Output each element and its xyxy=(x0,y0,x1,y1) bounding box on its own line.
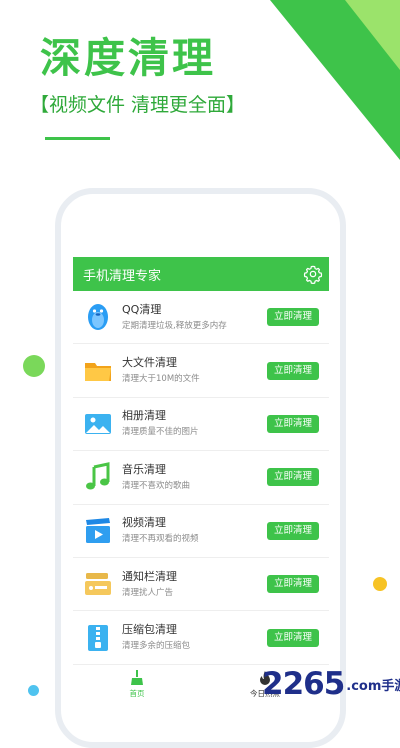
clean-now-button[interactable]: 立即清理 xyxy=(266,361,319,380)
site-watermark: 2265 .com手游网 xyxy=(262,664,400,704)
app-screen: 手机清理专家 QQ清理 定期清理垃圾,释放更多内存 立即清理 大文件清理 清理大… xyxy=(73,257,329,711)
clean-now-button[interactable]: 立即清理 xyxy=(266,628,319,647)
music-note-icon xyxy=(86,462,110,490)
item-description: 清理不再观看的视频 xyxy=(122,534,199,545)
item-description: 清理不喜欢的歌曲 xyxy=(122,480,191,491)
list-item-album-clean: 相册清理 清理质量不佳的图片 立即清理 xyxy=(73,398,329,452)
clean-now-button[interactable]: 立即清理 xyxy=(266,468,319,487)
broom-icon xyxy=(131,670,143,685)
zip-archive-icon xyxy=(88,624,108,651)
video-icon xyxy=(86,517,110,543)
clean-now-button[interactable]: 立即清理 xyxy=(266,521,319,540)
item-title: 压缩包清理 xyxy=(122,623,177,637)
clean-now-button[interactable]: 立即清理 xyxy=(266,414,319,433)
app-title: 手机清理专家 xyxy=(83,268,162,284)
promo-subline: 【视频文件 清理更全面】 xyxy=(30,94,246,116)
list-item-video-clean: 视频清理 清理不再观看的视频 立即清理 xyxy=(73,505,329,558)
watermark-text: .com手游网 xyxy=(346,678,400,694)
promo-headline: 深度清理 xyxy=(40,34,216,82)
list-item-music-clean: 音乐清理 清理不喜欢的歌曲 立即清理 xyxy=(73,451,329,505)
gear-icon[interactable] xyxy=(303,264,323,284)
folder-icon xyxy=(85,362,111,381)
app-bar: 手机清理专家 xyxy=(73,257,329,291)
nav-tab-home[interactable]: 首页 xyxy=(73,665,201,711)
item-title: 相册清理 xyxy=(122,409,166,423)
list-item-qq-clean: QQ清理 定期清理垃圾,释放更多内存 立即清理 xyxy=(73,291,329,345)
item-title: 通知栏清理 xyxy=(122,569,177,583)
clean-now-button[interactable]: 立即清理 xyxy=(266,575,319,594)
photo-icon xyxy=(85,413,111,434)
item-description: 清理扰人广告 xyxy=(122,587,174,598)
watermark-logo: 2265 xyxy=(262,666,345,702)
notification-icon xyxy=(85,573,111,596)
item-title: 大文件清理 xyxy=(122,356,177,370)
item-title: QQ清理 xyxy=(122,302,162,316)
item-description: 清理多余的压缩包 xyxy=(122,641,191,652)
clean-now-button[interactable]: 立即清理 xyxy=(266,308,319,327)
list-item-notification-clean: 通知栏清理 清理扰人广告 立即清理 xyxy=(73,558,329,612)
nav-label: 首页 xyxy=(129,689,145,698)
item-title: 音乐清理 xyxy=(122,462,166,476)
item-description: 清理大于10M的文件 xyxy=(122,374,200,385)
item-title: 视频清理 xyxy=(122,516,166,530)
corner-decoration xyxy=(270,0,400,160)
headline-underline xyxy=(45,137,110,140)
decorative-dot-blue xyxy=(28,685,39,696)
list-item-archive-clean: 压缩包清理 清理多余的压缩包 立即清理 xyxy=(73,611,329,665)
decorative-dot-yellow xyxy=(373,577,387,591)
clean-list: QQ清理 定期清理垃圾,释放更多内存 立即清理 大文件清理 清理大于10M的文件… xyxy=(73,291,329,665)
item-description: 清理质量不佳的图片 xyxy=(122,427,199,438)
decorative-dot-green xyxy=(23,355,45,377)
item-description: 定期清理垃圾,释放更多内存 xyxy=(122,320,227,331)
qq-penguin-icon xyxy=(88,304,108,331)
list-item-large-file-clean: 大文件清理 清理大于10M的文件 立即清理 xyxy=(73,344,329,398)
